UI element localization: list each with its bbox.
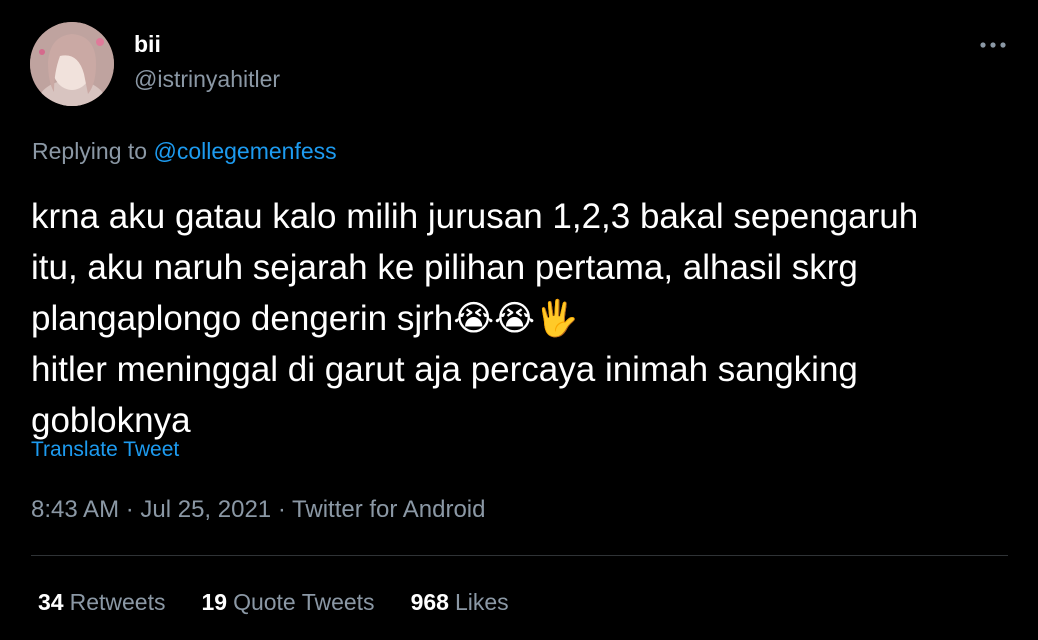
quote-tweets-stat[interactable]: 19 Quote Tweets [201, 587, 374, 617]
quote-tweets-count: 19 [201, 589, 228, 615]
display-name[interactable]: bii [134, 30, 161, 58]
user-handle[interactable]: @istrinyahitler [134, 65, 280, 93]
avatar-image [30, 22, 114, 106]
retweets-stat[interactable]: 34 Retweets [38, 587, 165, 617]
avatar[interactable] [30, 22, 114, 106]
tweet-timestamp[interactable]: 8:43 AM · Jul 25, 2021 · Twitter for And… [31, 495, 485, 525]
likes-count: 968 [410, 589, 449, 615]
likes-stat[interactable]: 968 Likes [411, 587, 509, 617]
more-horizontal-icon[interactable] [978, 36, 1008, 54]
replying-to: Replying to @collegemenfess [32, 137, 337, 165]
translate-tweet-link[interactable]: Translate Tweet [31, 437, 179, 463]
retweets-label: Retweets [69, 589, 166, 615]
retweets-count: 34 [38, 589, 64, 615]
tweet-text: krna aku gatau kalo milih jurusan 1,2,3 … [31, 197, 919, 440]
quote-tweets-label: Quote Tweets [233, 589, 375, 615]
tweet-stats: 34 Retweets 19 Quote Tweets 968 Likes [38, 587, 545, 617]
likes-label: Likes [454, 589, 509, 615]
replying-to-link[interactable]: @collegemenfess [153, 138, 336, 164]
replying-to-label: Replying to [32, 138, 148, 164]
divider [31, 555, 1008, 556]
